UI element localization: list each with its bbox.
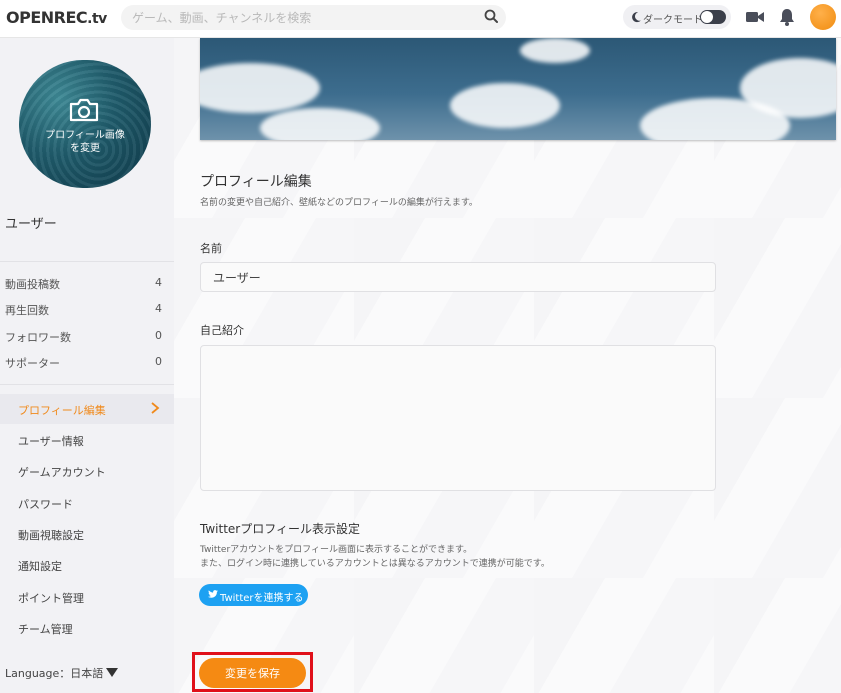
language-selector[interactable]: Language：日本語	[5, 665, 103, 681]
sidebar-item-profile-edit[interactable]: プロフィール編集	[0, 394, 174, 424]
sidebar: プロフィール画像 を変更 ユーザー 動画投稿数 4 再生回数 4 フォロワー数 …	[0, 38, 174, 693]
bell-icon[interactable]	[779, 8, 795, 26]
video-camera-icon[interactable]	[746, 10, 764, 24]
profile-image-label-line2: を変更	[70, 143, 100, 154]
stat-label: 再生回数	[5, 304, 49, 317]
user-avatar[interactable]	[810, 4, 836, 30]
profile-image-label-line1: プロフィール画像	[45, 130, 125, 141]
stat-value: 0	[155, 355, 162, 368]
stat-label: サポーター	[5, 357, 60, 370]
openrec-logo[interactable]: OPENREC.tv	[6, 8, 107, 27]
sidebar-item-label: ユーザー情報	[18, 435, 84, 448]
sidebar-item-label: 通知設定	[18, 560, 62, 573]
twitter-connect-label: Twitterを連携する	[220, 593, 304, 604]
page-title: プロフィール編集	[200, 174, 312, 190]
cloud	[200, 63, 320, 113]
name-field[interactable]	[200, 262, 716, 292]
camera-icon	[69, 98, 99, 122]
sidebar-item-label: プロフィール編集	[18, 404, 106, 417]
switch-knob	[701, 11, 713, 23]
dark-mode-toggle[interactable]: ダークモード	[623, 5, 731, 29]
caret-down-icon[interactable]	[106, 668, 118, 677]
stat-row-views: 再生回数 4	[5, 302, 162, 318]
sidebar-item-notification-settings[interactable]: 通知設定	[0, 550, 174, 580]
stat-value: 4	[155, 302, 162, 315]
cloud	[520, 38, 590, 63]
chevron-right-icon	[151, 402, 160, 414]
sidebar-item-user-info[interactable]: ユーザー情報	[0, 425, 174, 455]
stat-row-supporters: サポーター 0	[5, 355, 162, 371]
sidebar-item-video-settings[interactable]: 動画視聴設定	[0, 519, 174, 549]
stat-row-followers: フォロワー数 0	[5, 329, 162, 345]
twitter-connect-button[interactable]: Twitterを連携する	[199, 584, 308, 606]
sidebar-item-password[interactable]: パスワード	[0, 488, 174, 518]
moon-icon	[632, 12, 641, 23]
dark-mode-label: ダークモード	[643, 15, 703, 26]
stat-label: 動画投稿数	[5, 278, 60, 291]
stat-value: 4	[155, 276, 162, 289]
save-button[interactable]: 変更を保存	[199, 658, 306, 688]
profile-image-change[interactable]: プロフィール画像 を変更	[19, 60, 151, 188]
cloud	[450, 83, 560, 128]
cloud	[260, 108, 380, 140]
search-icon[interactable]	[484, 9, 498, 23]
divider	[0, 261, 174, 262]
profile-image-label: プロフィール画像 を変更	[19, 129, 151, 155]
bio-field[interactable]	[200, 345, 716, 491]
stat-value: 0	[155, 329, 162, 342]
sidebar-item-label: チーム管理	[18, 623, 73, 636]
logo-main-text: OPENREC	[6, 8, 88, 27]
stat-label: フォロワー数	[5, 331, 71, 344]
cover-image[interactable]	[200, 38, 836, 140]
sidebar-item-label: 動画視聴設定	[18, 529, 84, 542]
sidebar-item-game-account[interactable]: ゲームアカウント	[0, 456, 174, 486]
top-header: OPENREC.tv ダークモード	[0, 0, 841, 38]
name-label: 名前	[200, 242, 222, 255]
username: ユーザー	[5, 217, 57, 232]
main-content: プロフィール編集 名前の変更や自己紹介、壁紙などのプロフィールの編集が行えます。…	[174, 38, 841, 693]
search-input[interactable]	[121, 5, 506, 30]
sidebar-item-points[interactable]: ポイント管理	[0, 582, 174, 612]
twitter-bird-icon	[208, 590, 218, 598]
sidebar-item-label: ポイント管理	[18, 592, 84, 605]
page-description: 名前の変更や自己紹介、壁紙などのプロフィールの編集が行えます。	[200, 198, 478, 208]
sidebar-item-label: パスワード	[18, 498, 73, 511]
twitter-settings-desc-line1: Twitterアカウントをプロフィール画面に表示することができます。	[200, 545, 473, 555]
divider	[0, 384, 174, 385]
dark-mode-switch[interactable]	[700, 10, 726, 24]
sidebar-item-team[interactable]: チーム管理	[0, 613, 174, 643]
stat-row-videos: 動画投稿数 4	[5, 276, 162, 292]
twitter-settings-desc-line2: また、ログイン時に連携しているアカウントとは異なるアカウントで連携が可能です。	[200, 559, 550, 569]
sidebar-item-label: ゲームアカウント	[18, 466, 106, 479]
twitter-settings-title: Twitterプロフィール表示設定	[200, 522, 360, 536]
bio-label: 自己紹介	[200, 324, 244, 337]
logo-suffix-text: .tv	[87, 11, 107, 27]
